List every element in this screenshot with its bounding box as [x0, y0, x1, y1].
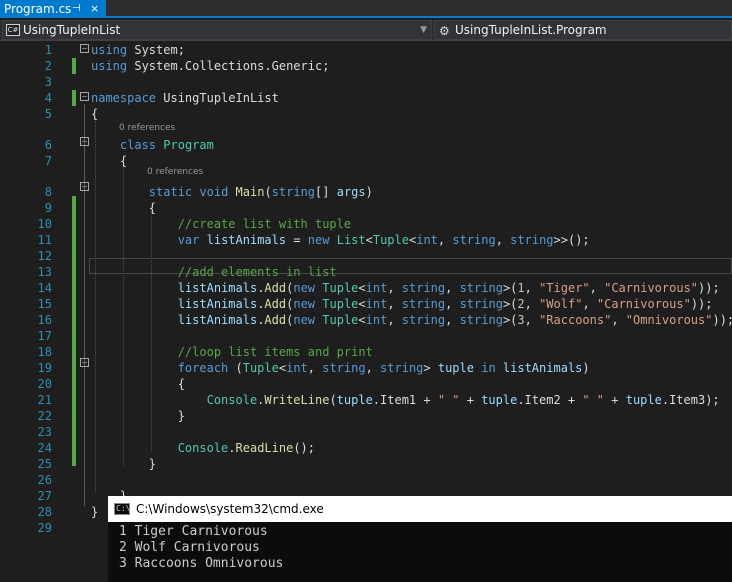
line-number: 24 [37, 441, 52, 455]
line-number: 2 [44, 59, 52, 73]
line-code[interactable]: class Program [91, 137, 214, 153]
line-code[interactable]: } [91, 504, 98, 520]
line-code[interactable]: using System.Collections.Generic; [91, 58, 329, 74]
line-number: 12 [37, 249, 52, 263]
line-code[interactable]: listAnimals.Add(new Tuple<int, string, s… [91, 312, 732, 328]
line-number: 26 [37, 473, 52, 487]
line-code[interactable]: //add elements in list [91, 264, 337, 280]
code-line[interactable]: 13 //add elements in list [0, 264, 732, 280]
line-code[interactable]: //loop list items and print [91, 344, 373, 360]
line-number: 19 [37, 361, 52, 375]
line-number: 15 [37, 297, 52, 311]
code-line[interactable]: 25 } [0, 456, 732, 472]
code-line[interactable]: 2 using System.Collections.Generic; [0, 58, 732, 74]
code-line[interactable]: 17 [0, 328, 732, 344]
code-line[interactable]: 1 using System; [0, 42, 732, 58]
line-code[interactable]: namespace UsingTupleInList [91, 90, 279, 106]
class-icon: ⚙ [439, 24, 450, 38]
line-number: 14 [37, 281, 52, 295]
line-number: 18 [37, 345, 52, 359]
line-number: 17 [37, 329, 52, 343]
document-tab-bar: Program.cs ⊣ × [0, 0, 732, 18]
line-code[interactable]: //create list with tuple [91, 216, 351, 232]
line-code[interactable]: listAnimals.Add(new Tuple<int, string, s… [91, 280, 720, 296]
code-line[interactable]: 10 //create list with tuple [0, 216, 732, 232]
scope-dropdown[interactable]: ⚙ UsingTupleInList.Program [434, 20, 732, 40]
project-dropdown-label: UsingTupleInList [23, 23, 121, 37]
chevron-down-icon: ▼ [420, 25, 427, 35]
line-code[interactable]: using System; [91, 42, 185, 58]
line-code[interactable]: { [91, 153, 127, 169]
csharp-project-icon: C# [6, 24, 20, 36]
code-line[interactable]: 22 } [0, 408, 732, 424]
tab-program-cs[interactable]: Program.cs ⊣ × [0, 0, 106, 18]
tab-title: Program.cs [4, 2, 72, 16]
line-code[interactable]: } [91, 408, 185, 424]
navigation-bar: C# UsingTupleInList ▼ ⚙ UsingTupleInList… [0, 20, 732, 41]
line-number: 22 [37, 409, 52, 423]
code-line[interactable]: 4 namespace UsingTupleInList [0, 90, 732, 106]
code-line[interactable]: 15 listAnimals.Add(new Tuple<int, string… [0, 296, 732, 312]
code-line[interactable]: 23 [0, 424, 732, 440]
code-line[interactable]: 6 class Program [0, 137, 732, 153]
line-number: 5 [44, 107, 52, 121]
line-number: 23 [37, 425, 52, 439]
code-line[interactable]: 5{ [0, 106, 732, 122]
console-title: C:\Windows\system32\cmd.exe [136, 502, 324, 516]
line-code[interactable]: { [91, 200, 156, 216]
console-output-line: 1 Tiger Carnivorous [119, 524, 268, 539]
line-number: 16 [37, 313, 52, 327]
cmd-icon: C:\ [114, 503, 131, 515]
line-code[interactable]: { [91, 106, 98, 122]
line-code[interactable]: listAnimals.Add(new Tuple<int, string, s… [91, 296, 713, 312]
line-number: 11 [37, 233, 52, 247]
class-references-codelens[interactable]: 0 references [119, 122, 175, 134]
code-line[interactable]: 16 listAnimals.Add(new Tuple<int, string… [0, 312, 732, 328]
line-number: 1 [44, 43, 52, 57]
line-code[interactable]: foreach (Tuple<int, string, string> tupl… [91, 360, 590, 376]
code-line[interactable]: 24 Console.ReadLine(); [0, 440, 732, 456]
line-code[interactable]: var listAnimals = new List<Tuple<int, st… [91, 232, 590, 248]
line-number: 9 [44, 201, 52, 215]
line-code[interactable]: } [91, 456, 156, 472]
code-line[interactable]: 19 foreach (Tuple<int, string, string> t… [0, 360, 732, 376]
line-number: 7 [44, 154, 52, 168]
code-line[interactable]: 21 Console.WriteLine(tuple.Item1 + " " +… [0, 392, 732, 408]
line-number: 4 [44, 91, 52, 105]
line-number: 25 [37, 457, 52, 471]
line-number: 28 [37, 505, 52, 519]
line-code[interactable]: { [91, 376, 185, 392]
line-number: 13 [37, 265, 52, 279]
code-line[interactable]: 11 var listAnimals = new List<Tuple<int,… [0, 232, 732, 248]
console-output-line: 2 Wolf Carnivorous [119, 540, 260, 555]
console-window[interactable]: C:\ C:\Windows\system32\cmd.exe 1 Tiger … [108, 496, 732, 582]
line-number: 27 [37, 489, 52, 503]
console-output-line: 3 Raccoons Omnivorous [119, 556, 284, 571]
line-number: 8 [44, 185, 52, 199]
line-number: 6 [44, 138, 52, 152]
code-line[interactable]: 8 static void Main(string[] args) [0, 184, 732, 200]
code-line[interactable]: 14 listAnimals.Add(new Tuple<int, string… [0, 280, 732, 296]
close-icon[interactable]: × [90, 0, 99, 18]
console-title-bar[interactable]: C:\ C:\Windows\system32\cmd.exe [108, 496, 732, 522]
line-code[interactable]: Console.ReadLine(); [91, 440, 315, 456]
line-number: 10 [37, 217, 52, 231]
pin-icon[interactable]: ⊣ [72, 0, 81, 18]
code-line[interactable]: 3 [0, 74, 732, 90]
line-code[interactable]: static void Main(string[] args) [91, 184, 373, 200]
code-line[interactable]: 9 { [0, 200, 732, 216]
code-line[interactable]: 12 [0, 248, 732, 264]
line-code[interactable]: Console.WriteLine(tuple.Item1 + " " + tu… [91, 392, 720, 408]
code-line[interactable]: 7 { [0, 153, 732, 169]
scope-dropdown-label: UsingTupleInList.Program [455, 23, 607, 37]
line-number: 29 [37, 521, 52, 535]
code-line[interactable]: 18 //loop list items and print [0, 344, 732, 360]
code-line[interactable]: 20 { [0, 376, 732, 392]
project-dropdown[interactable]: C# UsingTupleInList ▼ [2, 20, 432, 40]
line-number: 3 [44, 75, 52, 89]
code-line[interactable]: 26 [0, 472, 732, 488]
line-number: 20 [37, 377, 52, 391]
line-number: 21 [37, 393, 52, 407]
